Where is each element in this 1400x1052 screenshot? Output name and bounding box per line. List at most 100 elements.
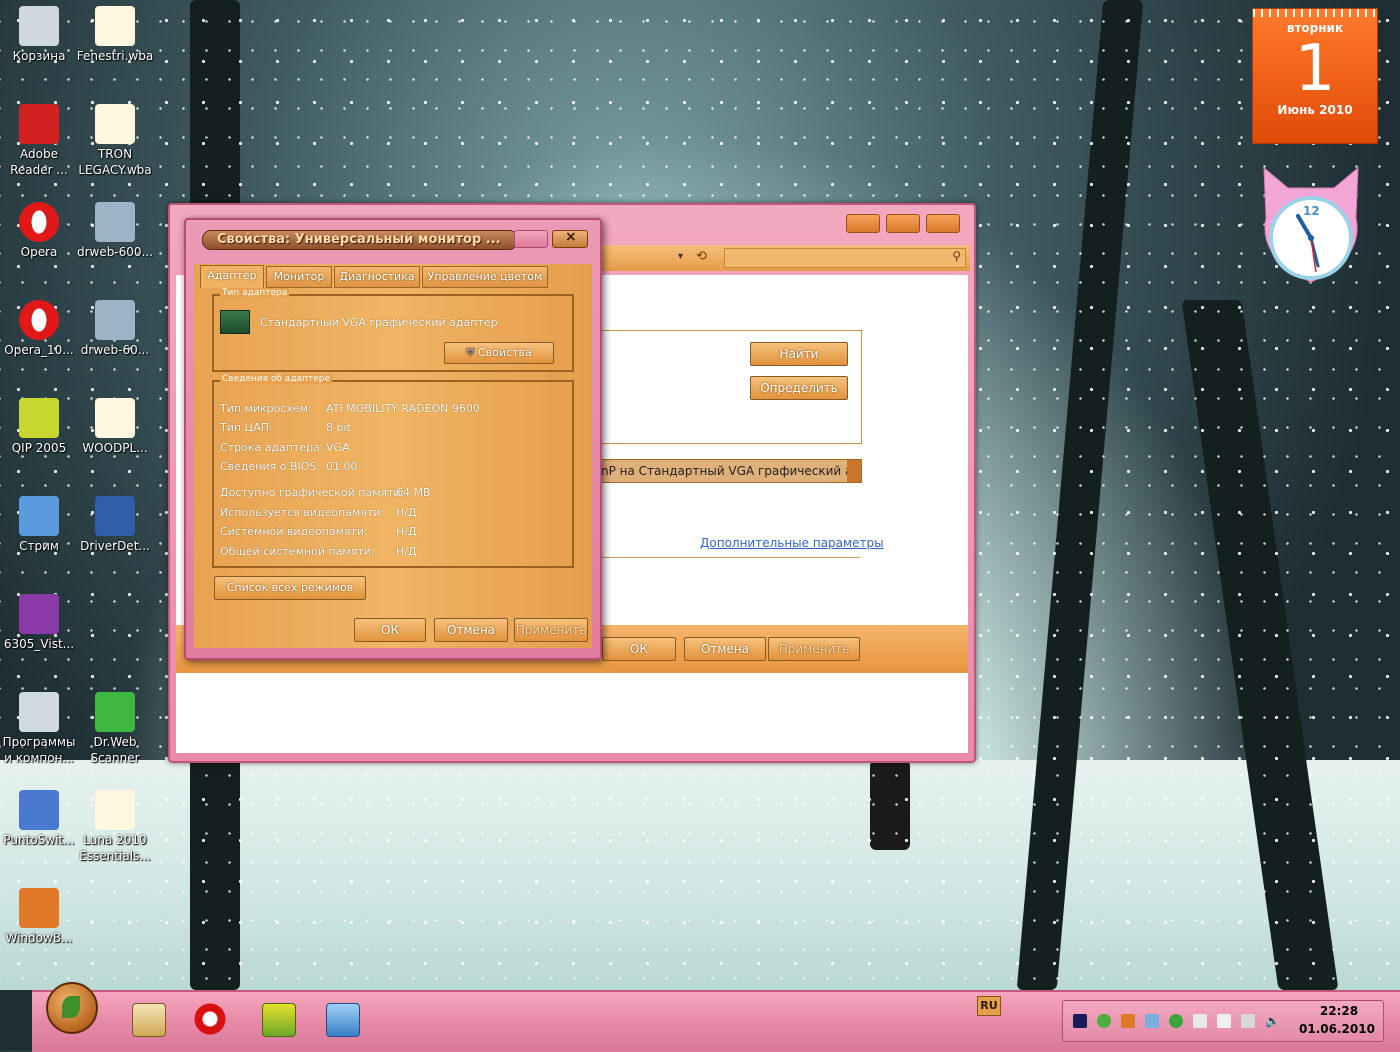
desktop-icon-label: Fenestri.wba [76, 49, 154, 63]
desktop-icon[interactable]: WindowB... [0, 888, 78, 946]
desktop-icon-label: DriverDet... [80, 539, 150, 553]
tab-monitor[interactable]: Монитор [266, 266, 332, 288]
control-panel-icon[interactable] [326, 1003, 360, 1037]
search-icon[interactable]: ⚲ [952, 249, 961, 263]
start-orb-icon [62, 996, 80, 1018]
desktop-icon-label: PuntoSwit... [3, 833, 75, 847]
qip-icon [19, 398, 59, 438]
dialog-apply-button[interactable]: Применить [514, 618, 588, 642]
desktop-icon[interactable]: drweb-600... [76, 202, 154, 260]
desktop-icon[interactable]: PuntoSwit... [0, 790, 78, 848]
tab-color-management[interactable]: Управление цветом [422, 266, 548, 288]
find-button[interactable]: Найти [750, 342, 848, 366]
desktop-icon[interactable]: Opera_10... [0, 300, 78, 358]
punto-icon [19, 790, 59, 830]
cat-clock-icon [1263, 166, 1359, 283]
programs-icon [19, 692, 59, 732]
desktop-icon[interactable]: QIP 2005 [0, 398, 78, 456]
media-player-icon[interactable] [132, 1003, 166, 1037]
tab-adapter[interactable]: Адаптер [200, 265, 264, 288]
apply-button[interactable]: Применить [768, 637, 860, 661]
calendar-month-year: Июнь 2010 [1277, 103, 1353, 117]
desktop-icon[interactable]: Корзина [0, 6, 78, 64]
installer-icon [95, 202, 135, 242]
tray-network-icon[interactable] [1145, 1014, 1159, 1028]
adapter-name: Стандартный VGA графический адаптер [260, 316, 498, 329]
info-label-chip: Тип микросхем: [220, 402, 312, 415]
desktop-icon[interactable]: Fenestri.wba [76, 6, 154, 64]
tray-monitor-icon[interactable] [1241, 1014, 1255, 1028]
help-button[interactable] [514, 230, 548, 248]
desktop-icon[interactable]: drweb-60... [76, 300, 154, 358]
search-input[interactable]: ⚲ [724, 248, 966, 268]
desktop-icon[interactable]: Стрим [0, 496, 78, 554]
advanced-settings-link[interactable]: Дополнительные параметры [700, 536, 884, 550]
info-value-adapter-string: VGA [326, 441, 350, 454]
start-button[interactable] [46, 982, 98, 1034]
desktop-icon-label: Luna 2010 Essentials... [79, 833, 151, 863]
refresh-icon[interactable]: ⟲ [696, 249, 707, 264]
mem-label-used: Используется видеопамяти: [220, 506, 385, 519]
opera-icon [19, 300, 59, 340]
desktop-icon[interactable]: DriverDet... [76, 496, 154, 554]
desktop-icon[interactable]: Dr.Web Scanner [76, 692, 154, 766]
tray-clock-date[interactable]: 01.06.2010 [1298, 1022, 1376, 1036]
adobe-reader-icon [19, 104, 59, 144]
tray-clock-time[interactable]: 22:28 [1304, 1004, 1374, 1018]
properties-button[interactable]: ⛨ Свойства [444, 342, 554, 364]
language-indicator[interactable]: RU [977, 996, 1001, 1016]
dialog-close-button[interactable]: × [552, 229, 588, 248]
tab-diagnostics[interactable]: Диагностика [334, 266, 420, 288]
desktop-icon[interactable]: TRON LEGACY.wba [76, 104, 154, 178]
desktop-icon-label: Dr.Web Scanner [90, 735, 140, 765]
dropdown-arrow-icon[interactable]: ▾ [678, 251, 683, 262]
archive-icon [19, 594, 59, 634]
shield-icon: ⛨ [466, 346, 475, 359]
calendar-gadget[interactable]: вторник 1 Июнь 2010 [1252, 8, 1378, 144]
dialog-cancel-button[interactable]: Отмена [434, 618, 508, 642]
tray-windowblinds-icon[interactable] [1121, 1014, 1135, 1028]
desktop-icon-label: drweb-600... [76, 245, 154, 259]
tray-drweb-icon[interactable] [1169, 1014, 1183, 1028]
wallpaper-person [870, 760, 910, 850]
opera-icon[interactable] [194, 1003, 226, 1035]
properties-button-label: Свойства [478, 346, 532, 359]
chevron-down-icon[interactable] [847, 460, 861, 482]
mem-label-available: Доступно графической памяти: [220, 486, 405, 499]
calendar-rings [1253, 9, 1377, 17]
volume-icon[interactable]: 🔈 [1265, 1014, 1280, 1028]
close-button[interactable] [926, 214, 960, 233]
mem-value-shared: Н/Д [396, 545, 417, 558]
desktop-icon[interactable]: WOODPL... [76, 398, 154, 456]
adapter-type-group: Тип адаптера Стандартный VGA графический… [212, 288, 574, 372]
dialog-ok-button[interactable]: ОК [354, 618, 426, 642]
tray-qip-icon[interactable] [1097, 1014, 1111, 1028]
clock-gadget[interactable]: 12 [1256, 158, 1366, 288]
mem-value-system-video: Н/Д [396, 525, 417, 538]
clock-twelve-label: 12 [1303, 204, 1320, 218]
qip-icon[interactable] [262, 1003, 296, 1037]
desktop-icon-label: Корзина [12, 49, 66, 63]
detect-button[interactable]: Определить [750, 376, 848, 400]
desktop-icon-label: Opera_10... [4, 343, 74, 357]
info-value-bios: 01.00 [326, 460, 358, 473]
desktop-icon[interactable]: Luna 2010 Essentials... [76, 790, 154, 864]
cancel-button[interactable]: Отмена [684, 637, 766, 661]
tray-device-icon[interactable] [1217, 1014, 1231, 1028]
monitor-properties-dialog[interactable]: Свойства: Универсальный монитор ... × Ад… [184, 218, 602, 660]
list-all-modes-button[interactable]: Список всех режимов [214, 576, 366, 600]
video-card-icon [220, 310, 250, 334]
address-bar[interactable]: ▾ ⟲ ⚲ [600, 245, 970, 271]
maximize-button[interactable] [886, 214, 920, 233]
desktop-icon[interactable]: Adobe Reader ... [0, 104, 78, 178]
desktop-icon[interactable]: 6305_Vist... [0, 594, 78, 652]
display-select[interactable]: nP на Стандартный VGA графический адапт [600, 459, 862, 483]
ok-button[interactable]: ОК [602, 637, 676, 661]
tray-app-icon[interactable] [1073, 1014, 1087, 1028]
desktop-icon[interactable]: Opera [0, 202, 78, 260]
minimize-button[interactable] [846, 214, 880, 233]
tray-flag-icon[interactable] [1193, 1014, 1207, 1028]
info-value-dac: 8 bit [326, 421, 351, 434]
desktop-icon-label: drweb-60... [80, 343, 150, 357]
desktop-icon[interactable]: Программы и компон... [0, 692, 78, 766]
